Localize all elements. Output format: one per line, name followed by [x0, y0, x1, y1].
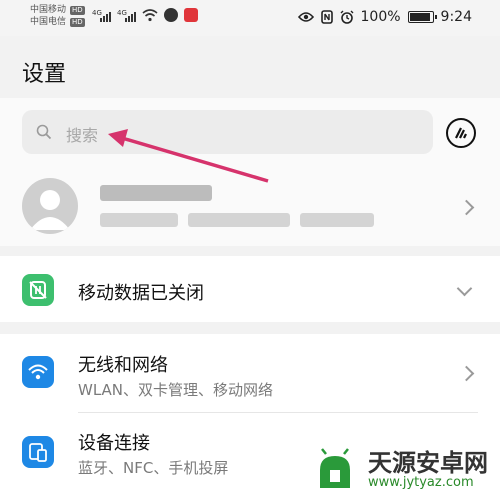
watermark: 天源安卓网 www.jytyaz.com — [310, 448, 488, 492]
watermark-url: www.jytyaz.com — [368, 475, 474, 490]
watermark-logo — [320, 448, 350, 488]
divider — [78, 412, 478, 413]
clock: 9:24 — [440, 9, 472, 25]
device-connection-subtitle: 蓝牙、NFC、手机投屏 — [78, 459, 229, 477]
wireless-network-subtitle: WLAN、双卡管理、移动网络 — [78, 381, 274, 399]
device-connection-label[interactable]: 设备连接 — [78, 429, 150, 455]
eye-comfort-icon — [297, 12, 314, 22]
signal-icon: 4G — [117, 9, 136, 22]
signal-icon: 4G — [92, 9, 111, 22]
device-connection-icon — [22, 436, 54, 468]
network-type: 4G — [92, 9, 102, 17]
wifi-status-icon — [142, 9, 158, 22]
carrier-info: 中国移动 HD 中国电信 HD — [30, 4, 85, 28]
signal-icons: 4G 4G — [92, 8, 198, 22]
avatar-icon — [30, 190, 70, 230]
avatar[interactable] — [22, 178, 78, 234]
page-title: 设置 — [22, 62, 67, 87]
search-icon — [36, 124, 52, 140]
assistant-button[interactable] — [446, 118, 476, 148]
network-type: 4G — [117, 9, 127, 17]
huawei-app-icon — [184, 8, 198, 22]
watermark-name: 天源安卓网 — [368, 449, 488, 477]
voice-assistant-icon — [455, 127, 467, 139]
account-detail-redacted — [300, 213, 374, 227]
alarm-icon — [340, 10, 354, 24]
account-detail-redacted — [100, 213, 178, 227]
search-placeholder: 搜索 — [66, 126, 99, 145]
wireless-network-label[interactable]: 无线和网络 — [78, 351, 168, 377]
wifi-icon — [22, 356, 54, 388]
mobile-data-icon — [22, 274, 54, 306]
app-notification-icon — [164, 8, 178, 22]
mobile-data-row[interactable] — [0, 256, 500, 322]
account-detail-redacted — [188, 213, 290, 227]
carrier-1: 中国移动 — [30, 5, 67, 15]
nfc-icon — [320, 10, 333, 24]
mobile-data-label: 移动数据已关闭 — [78, 283, 204, 304]
status-bar: 中国移动 HD 中国电信 HD 4G 4G 100% 9:24 — [0, 0, 500, 36]
carrier-2: 中国电信 — [30, 17, 67, 27]
battery-icon — [407, 11, 437, 23]
hd-badge: HD — [70, 17, 85, 27]
account-name-redacted — [100, 185, 212, 201]
system-status: 100% 9:24 — [297, 9, 472, 25]
battery-percent: 100% — [360, 9, 401, 25]
hd-badge: HD — [70, 5, 85, 15]
